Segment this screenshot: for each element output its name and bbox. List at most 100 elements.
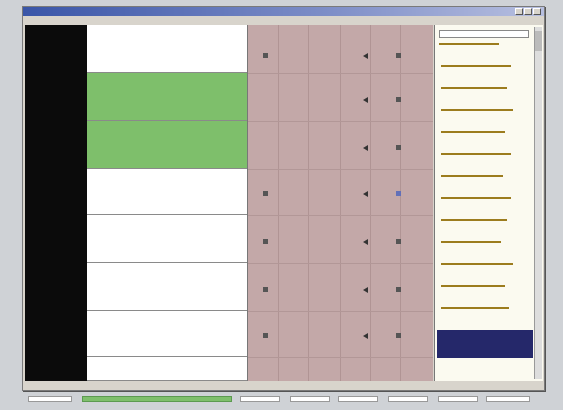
panel-scrollbar[interactable] <box>534 27 542 379</box>
clip-bar <box>439 43 499 45</box>
timecode <box>27 195 85 203</box>
clip-item[interactable] <box>439 267 532 273</box>
clip-bar <box>441 153 511 155</box>
status-field <box>28 396 72 402</box>
cue-row-highlighted[interactable] <box>87 73 247 121</box>
clip-item[interactable] <box>439 91 532 97</box>
clip-item[interactable] <box>439 69 532 75</box>
grid-divider <box>248 169 433 170</box>
clip-item[interactable] <box>439 165 532 171</box>
cue-row[interactable] <box>87 215 247 263</box>
clip-bar <box>441 219 507 221</box>
clip-item[interactable] <box>439 209 532 215</box>
grid-marker[interactable] <box>396 333 401 338</box>
clip-item[interactable] <box>439 231 532 237</box>
grid-marker[interactable] <box>396 145 401 150</box>
grid-marker[interactable] <box>363 53 368 59</box>
panel-dropdown[interactable] <box>439 30 529 38</box>
clip-item[interactable] <box>439 157 532 163</box>
app-window <box>22 6 545 391</box>
timecode <box>27 47 85 55</box>
timecode <box>27 339 85 347</box>
grid-divider <box>400 25 401 381</box>
grid-divider <box>248 263 433 264</box>
clip-item[interactable] <box>439 319 532 325</box>
grid-divider <box>248 311 433 312</box>
title-bar <box>23 7 544 16</box>
clip-item[interactable] <box>439 201 532 207</box>
grid-divider <box>370 25 371 381</box>
cue-row[interactable] <box>87 263 247 311</box>
minimize-button[interactable] <box>515 8 523 15</box>
scroll-thumb[interactable] <box>535 31 542 51</box>
status-field <box>338 396 378 402</box>
clip-item[interactable] <box>439 143 532 149</box>
grid-marker[interactable] <box>363 333 368 339</box>
timecode <box>27 363 85 371</box>
clip-item[interactable] <box>439 99 532 105</box>
timecode <box>27 123 85 131</box>
grid-marker[interactable] <box>363 239 368 245</box>
timecode <box>27 269 85 277</box>
clip-item[interactable] <box>439 363 532 369</box>
clip-item[interactable] <box>439 253 532 259</box>
clip-item[interactable] <box>439 187 532 193</box>
timecode <box>27 243 85 251</box>
grid-marker[interactable] <box>363 145 368 151</box>
grid-marker[interactable] <box>363 97 368 103</box>
grid-marker[interactable] <box>263 239 268 244</box>
maximize-button[interactable] <box>524 8 532 15</box>
clip-bar <box>441 109 513 111</box>
clip-item[interactable] <box>439 297 532 303</box>
grid-marker[interactable] <box>396 53 401 58</box>
clip-item[interactable] <box>439 245 532 251</box>
clip-bar <box>441 131 505 133</box>
status-field-progress <box>82 396 232 402</box>
cue-row[interactable] <box>87 357 247 381</box>
clip-item[interactable] <box>439 135 532 141</box>
grid-marker[interactable] <box>396 239 401 244</box>
grid-marker[interactable] <box>263 53 268 58</box>
timecode <box>27 221 85 229</box>
clip-item[interactable] <box>439 311 532 317</box>
cue-row-highlighted[interactable] <box>87 121 247 169</box>
clip-item[interactable] <box>439 223 532 229</box>
grid-marker[interactable] <box>263 191 268 196</box>
grid-divider <box>248 215 433 216</box>
grid-marker[interactable] <box>363 287 368 293</box>
grid-divider <box>278 25 279 381</box>
track-grid[interactable] <box>248 25 433 381</box>
main-area <box>25 25 543 385</box>
clip-item[interactable] <box>439 275 532 281</box>
grid-divider <box>248 73 433 74</box>
clip-item[interactable] <box>439 77 532 83</box>
clip-item[interactable] <box>439 47 532 53</box>
clip-item[interactable] <box>439 121 532 127</box>
clip-bar <box>441 263 513 265</box>
status-field <box>486 396 530 402</box>
cue-row[interactable] <box>87 169 247 215</box>
selected-clip-item[interactable] <box>437 330 533 358</box>
clip-item[interactable] <box>439 55 532 61</box>
grid-divider <box>248 121 433 122</box>
clip-bar <box>441 197 511 199</box>
clip-bar <box>441 65 511 67</box>
clip-item[interactable] <box>439 371 532 377</box>
clip-item[interactable] <box>439 179 532 185</box>
clip-item[interactable] <box>439 289 532 295</box>
grid-marker[interactable] <box>396 97 401 102</box>
cue-row[interactable] <box>87 311 247 357</box>
close-button[interactable] <box>533 8 541 15</box>
status-field <box>240 396 280 402</box>
status-bar <box>8 394 548 406</box>
grid-marker[interactable] <box>396 191 401 196</box>
grid-marker[interactable] <box>263 287 268 292</box>
timecode <box>27 97 85 105</box>
clip-item[interactable] <box>439 113 532 119</box>
grid-marker[interactable] <box>396 287 401 292</box>
grid-marker[interactable] <box>363 191 368 197</box>
cue-row[interactable] <box>87 25 247 73</box>
menu-bar <box>23 16 544 24</box>
grid-marker[interactable] <box>263 333 268 338</box>
clip-panel <box>434 25 543 381</box>
